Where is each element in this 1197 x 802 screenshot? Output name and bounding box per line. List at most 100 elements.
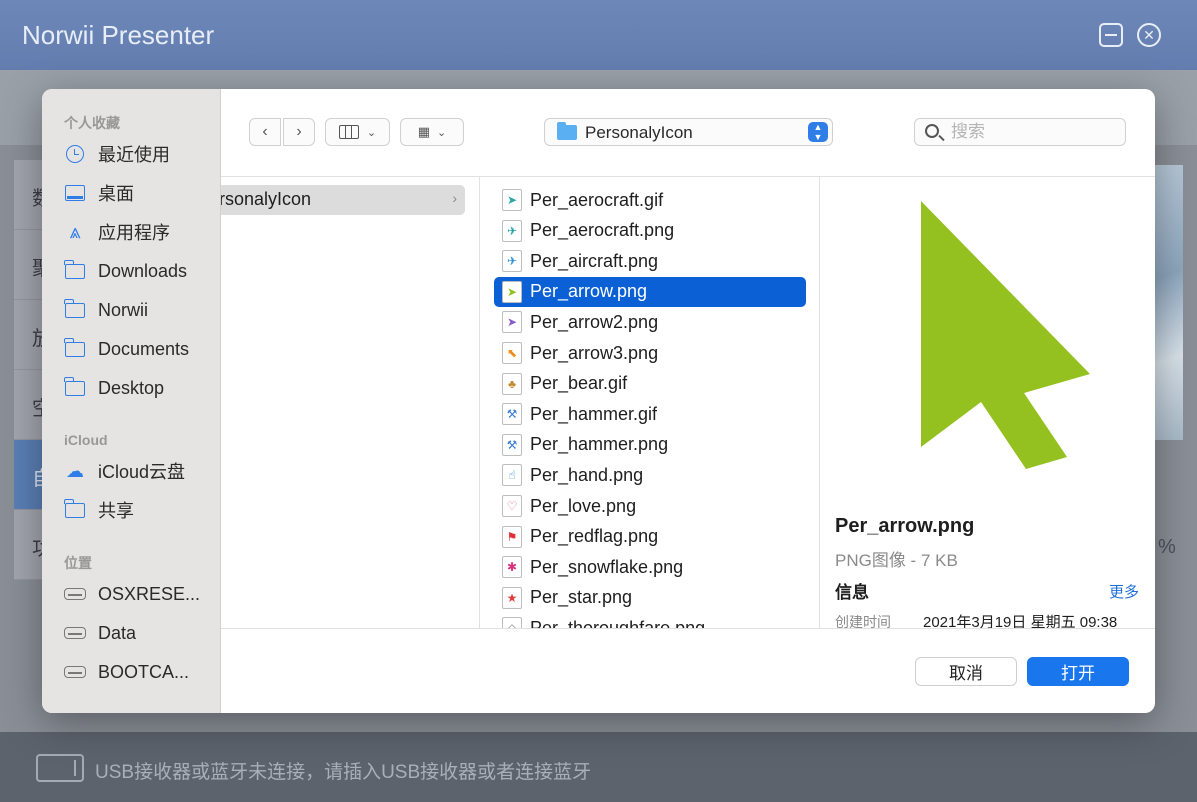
sidebar-item-osxreserved[interactable]: OSXRESE... xyxy=(64,579,200,609)
sidebar-section-favorites: 个人收藏 xyxy=(64,115,120,131)
column-folder-item[interactable]: PersonalyIcon › xyxy=(221,185,465,215)
chevron-down-icon: ⌄ xyxy=(437,126,447,139)
file-thumbnail-icon: ♣ xyxy=(502,372,522,395)
forward-button[interactable]: › xyxy=(283,118,315,146)
updown-stepper-icon: ▲ ▼ xyxy=(808,122,828,142)
app-title: Norwii Presenter xyxy=(22,20,215,50)
file-row[interactable]: ♡ Per_love.png xyxy=(494,491,806,521)
back-button[interactable]: ‹ xyxy=(249,118,281,146)
sidebar-item-label: Documents xyxy=(98,338,190,359)
chevron-down-icon: ⌄ xyxy=(366,126,377,139)
sidebar-item-documents[interactable]: Documents xyxy=(64,334,189,364)
sidebar-item-label: 应用程序 xyxy=(98,223,170,243)
sidebar-item-desktop[interactable]: Desktop xyxy=(64,373,164,403)
file-row[interactable]: ★ Per_star.png xyxy=(494,583,806,613)
app-percent-fragment: % xyxy=(1158,536,1176,558)
sidebar-item-data[interactable]: Data xyxy=(64,618,136,648)
file-list: ➤ Per_aerocraft.gif ✈ Per_aerocraft.png ✈ Per… xyxy=(480,177,820,628)
file-row[interactable]: ✱ Per_snowflake.png xyxy=(494,552,806,582)
disk-icon xyxy=(64,624,86,642)
file-thumbnail-icon: ⬉ xyxy=(502,342,522,364)
sidebar-item-recents[interactable]: 最近使用 xyxy=(64,139,170,169)
created-value: 2021年3月19日 星期五 09:38 xyxy=(923,614,1118,628)
file-thumbnail-icon: ⚒ xyxy=(502,433,522,456)
sidebar-item-norwii[interactable]: Norwii xyxy=(64,295,148,325)
file-thumbnail-icon: ➤ xyxy=(502,280,522,303)
columns-view-icon xyxy=(338,125,359,139)
sidebar-item-label: OSXRESE... xyxy=(98,583,201,604)
grid-icon: ▦ xyxy=(417,124,430,139)
close-button[interactable]: ✕ xyxy=(1137,23,1161,47)
sidebar-item-label: Data xyxy=(98,622,137,643)
app-nav-item[interactable]: 自 xyxy=(14,440,52,510)
app-titlebar: Norwii Presenter ✕ xyxy=(0,0,1197,70)
file-name: Per_aircraft.png xyxy=(530,250,659,271)
app-nav-item[interactable]: 空 xyxy=(14,370,52,440)
shared-folder-icon xyxy=(64,498,86,519)
file-name: Per_love.png xyxy=(530,495,637,516)
view-mode-button[interactable]: ⌄ xyxy=(325,118,390,146)
file-name: Per_star.png xyxy=(530,587,633,608)
preview-more-link[interactable]: 更多 xyxy=(1109,581,1139,602)
search-input[interactable] xyxy=(951,121,1121,143)
file-row[interactable]: ◇ Per_thoroughfare.png xyxy=(494,613,806,628)
folder-icon xyxy=(64,337,86,358)
file-row[interactable]: ⚒ Per_hammer.png xyxy=(494,430,806,460)
file-thumbnail-icon: ➤ xyxy=(502,311,522,334)
file-row[interactable]: ✈ Per_aerocraft.png xyxy=(494,216,806,246)
file-row[interactable]: ⚒ Per_hammer.gif xyxy=(494,399,806,429)
preview-info-heading: 信息 xyxy=(835,583,869,602)
sidebar-item-shared[interactable]: 共享 xyxy=(64,495,134,525)
app-nav-item[interactable]: 功 xyxy=(14,510,52,580)
file-thumbnail-icon: ✈ xyxy=(502,250,522,273)
sidebar-section-icloud: iCloud xyxy=(64,432,108,448)
desktop-icon xyxy=(64,184,86,202)
file-name: Per_hammer.gif xyxy=(530,403,658,424)
sidebar-item-downloads[interactable]: Downloads xyxy=(64,256,187,286)
sidebar-item-label: Norwii xyxy=(98,299,149,320)
file-row[interactable]: ⚑ Per_redflag.png xyxy=(494,522,806,552)
file-thumbnail-icon: ⚒ xyxy=(502,403,522,426)
status-text: USB接收器或蓝牙未连接，请插入USB接收器或者连接蓝牙 xyxy=(95,762,592,783)
app-nav-item[interactable]: 放 xyxy=(14,300,52,370)
file-row[interactable]: ☝ Per_hand.png xyxy=(494,460,806,490)
file-name: Per_snowflake.png xyxy=(530,556,684,577)
cloud-icon: ☁ xyxy=(66,460,84,481)
app-nav-item[interactable]: 聚 xyxy=(14,230,52,300)
minimize-button[interactable] xyxy=(1099,23,1123,47)
path-popup[interactable]: PersonalyIcon ▲ ▼ xyxy=(544,118,833,146)
file-name: Per_arrow.png xyxy=(530,281,648,302)
sidebar-item-icloud-drive[interactable]: ☁ iCloud云盘 xyxy=(64,456,185,486)
file-row[interactable]: ➤ Per_aerocraft.gif xyxy=(494,185,806,215)
file-name: Per_bear.gif xyxy=(530,373,628,394)
search-icon xyxy=(925,124,939,138)
open-button[interactable]: 打开 xyxy=(1027,657,1129,686)
file-row[interactable]: ➤ Per_arrow2.png xyxy=(494,307,806,337)
folder-icon xyxy=(64,376,86,397)
file-thumbnail-icon: ♡ xyxy=(502,495,522,517)
sidebar-item-desktop-cn[interactable]: 桌面 xyxy=(64,178,134,208)
folder-name: PersonalyIcon xyxy=(221,189,312,209)
clock-icon xyxy=(64,145,86,163)
file-row[interactable]: ➤ Per_arrow.png xyxy=(494,276,806,307)
file-name: Per_redflag.png xyxy=(530,526,659,547)
group-button[interactable]: ▦ ⌄ xyxy=(400,118,464,146)
applications-icon: ⩓ xyxy=(69,220,81,243)
app-nav-item[interactable]: 数 xyxy=(14,160,52,230)
preview-filename: Per_arrow.png xyxy=(835,515,975,537)
search-field[interactable] xyxy=(914,118,1126,146)
file-name: Per_hand.png xyxy=(530,464,644,485)
sidebar-item-bootcamp[interactable]: BOOTCA... xyxy=(64,657,189,687)
file-name: Per_arrow2.png xyxy=(530,311,659,332)
sidebar-item-label: iCloud云盘 xyxy=(98,462,186,482)
sidebar-item-applications[interactable]: ⩓ 应用程序 xyxy=(64,217,170,247)
file-thumbnail-icon: ✈ xyxy=(502,219,522,242)
file-row[interactable]: ✈ Per_aircraft.png xyxy=(494,246,806,276)
file-row[interactable]: ♣ Per_bear.gif xyxy=(494,369,806,399)
file-row[interactable]: ⬉ Per_arrow3.png xyxy=(494,338,806,368)
file-thumbnail-icon: ➤ xyxy=(502,189,522,211)
cancel-button[interactable]: 取消 xyxy=(915,657,1017,686)
app-left-nav: 数 聚 放 空 自 功 xyxy=(14,160,52,580)
sidebar-item-label: BOOTCA... xyxy=(98,661,190,682)
file-name: Per_hammer.png xyxy=(530,434,669,455)
